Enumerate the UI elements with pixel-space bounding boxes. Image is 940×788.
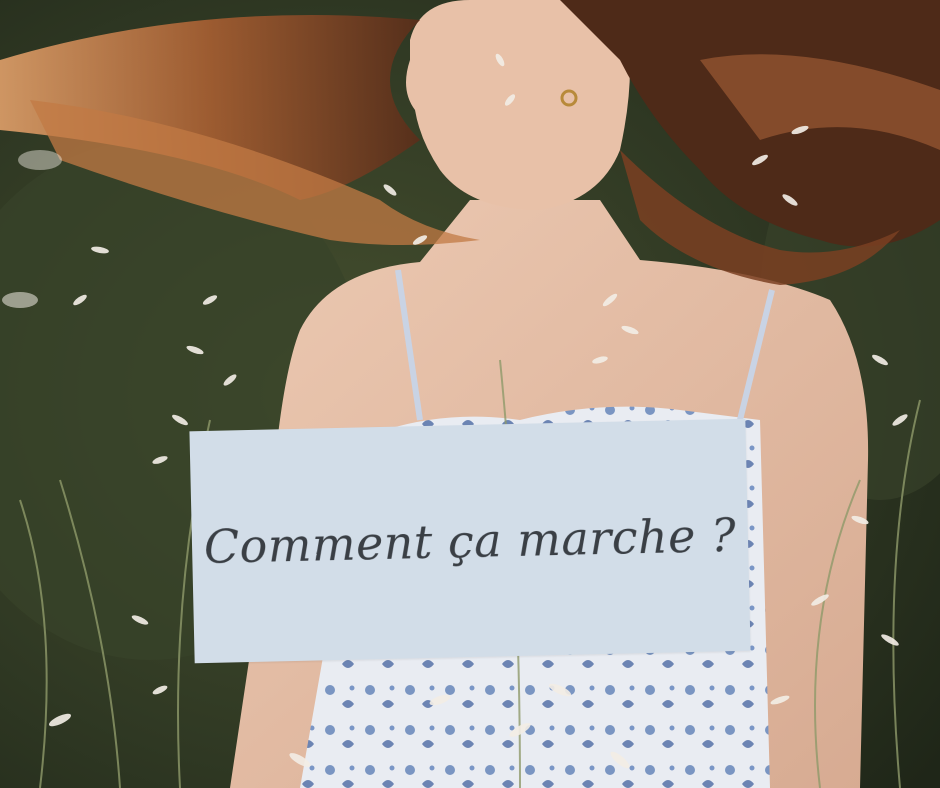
title-card: Comment ça marche ? <box>189 418 751 664</box>
card-title: Comment ça marche ? <box>203 507 737 575</box>
photo-scene: Comment ça marche ? <box>0 0 940 788</box>
background-photo <box>0 0 940 788</box>
